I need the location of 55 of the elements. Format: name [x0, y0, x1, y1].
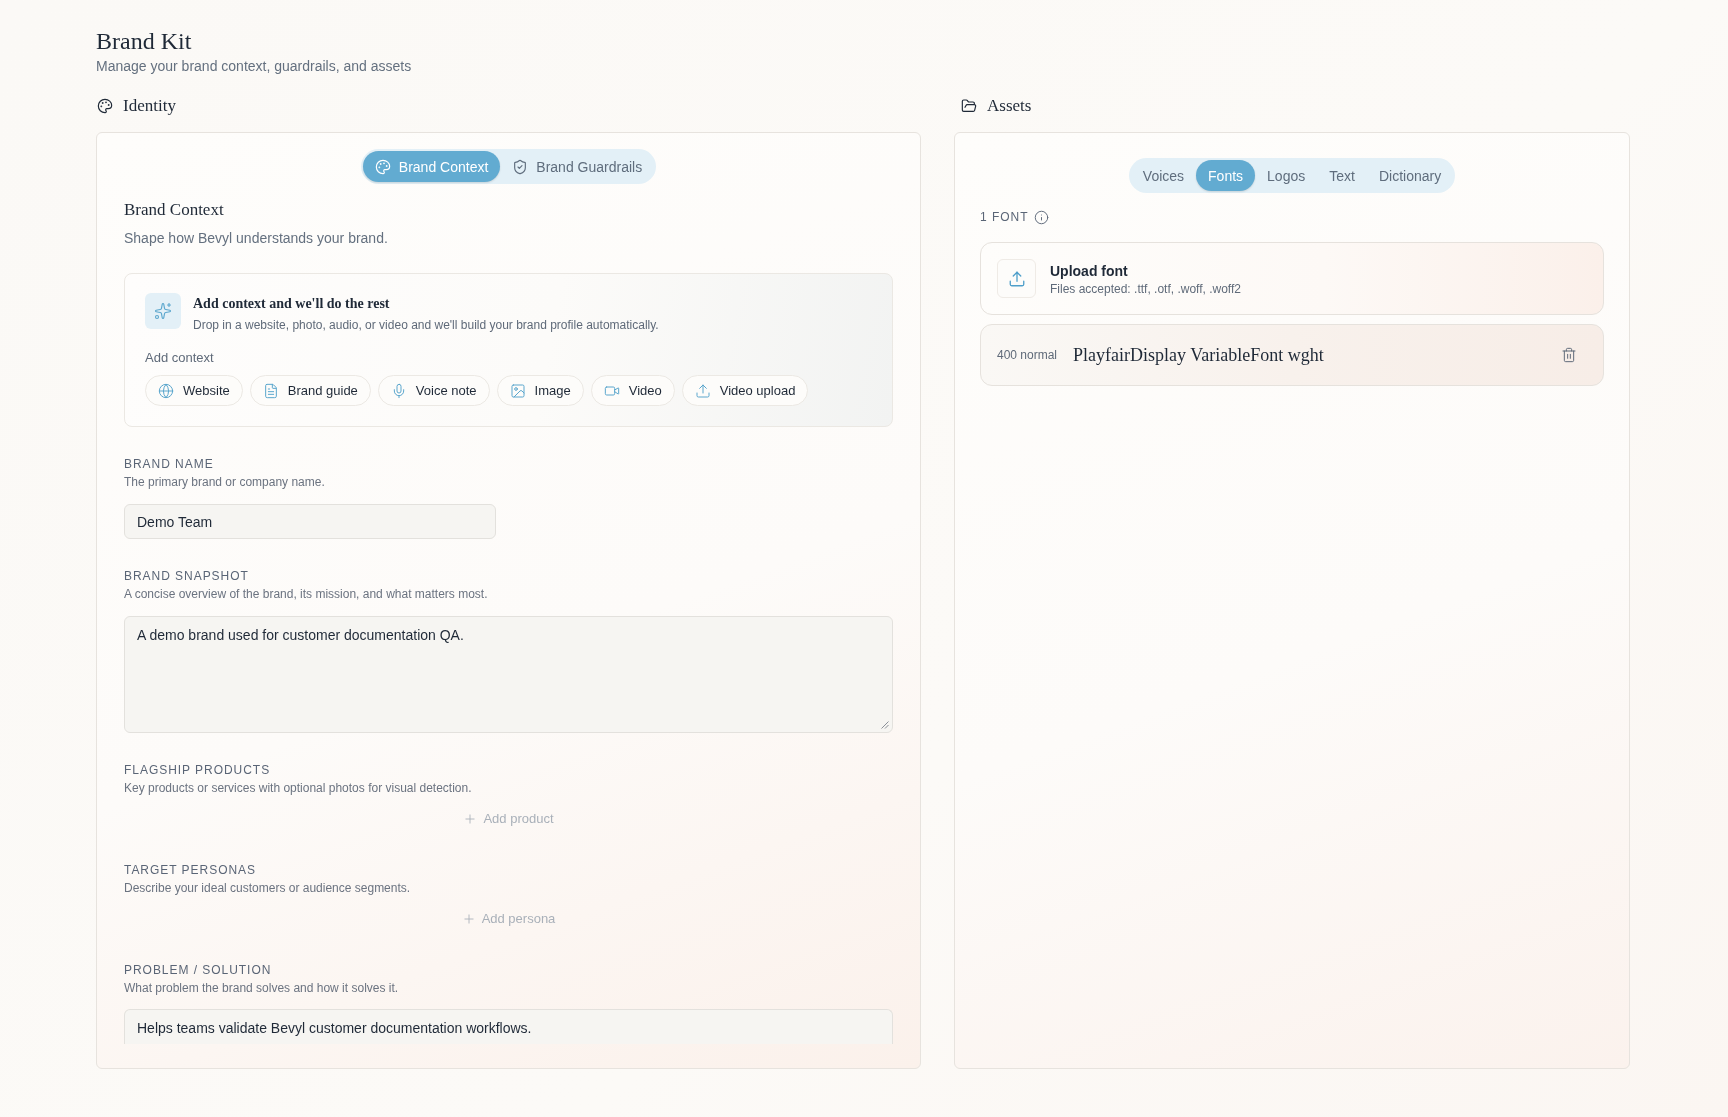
field-description: What problem the brand solves and how it solves it. — [124, 980, 399, 996]
field-label: FLAGSHIP PRODUCTS — [124, 762, 271, 778]
upload-icon — [694, 382, 711, 399]
context-chip[interactable]: Voice note — [377, 375, 490, 406]
field-label: PROBLEM / SOLUTION — [124, 962, 272, 978]
tab[interactable]: Logos — [1255, 160, 1318, 191]
font-name: PlayfairDisplay VariableFont wght — [1073, 343, 1324, 367]
section-heading: Identity — [123, 95, 176, 117]
page-subtitle: Manage your brand context, guardrails, and assets — [96, 57, 412, 76]
font-style: 400 normal — [997, 347, 1058, 363]
context-chip[interactable]: Brand guide — [249, 375, 371, 406]
field-label: BRAND SNAPSHOT — [124, 568, 249, 584]
section-heading: Assets — [987, 95, 1032, 117]
resize-handle-icon[interactable] — [881, 721, 889, 729]
delete-button[interactable] — [1561, 347, 1577, 363]
tab[interactable]: Brand Guardrails — [500, 151, 655, 182]
upload-icon — [997, 259, 1036, 298]
context-card-title: Add context and we'll do the rest — [193, 295, 390, 313]
globe-icon — [158, 382, 174, 399]
document-icon — [262, 382, 279, 399]
field-description: A concise overview of the brand, its mission, and what matters most. — [124, 586, 488, 602]
context-card-description: Drop in a website, photo, audio, or video and we'll build your brand profile automatically. — [193, 317, 659, 333]
palette-icon — [374, 158, 391, 175]
context-chip[interactable]: Website — [145, 375, 243, 406]
sparkles-icon — [145, 293, 181, 329]
upload-description: Files accepted: .ttf, .otf, .woff, .woff2 — [1050, 280, 1241, 297]
context-chip[interactable]: Image — [496, 375, 584, 406]
folder-icon — [961, 98, 977, 114]
text-area[interactable]: Helps teams validate Bevyl customer documentation workflows. — [124, 1009, 893, 1044]
upload-title: Upload font — [1050, 261, 1128, 281]
font-count: 1 FONT — [980, 209, 1029, 225]
text-area[interactable]: A demo brand used for customer documentation QA. — [124, 616, 893, 733]
shield-check-icon — [512, 158, 529, 175]
page-title: Brand Kit — [96, 27, 192, 56]
field-description: Key products or services with optional photos for visual detection. — [124, 780, 472, 796]
info-icon[interactable] — [1034, 209, 1050, 225]
field-description: Describe your ideal customers or audience segments. — [124, 880, 411, 896]
tab[interactable]: Text — [1317, 160, 1367, 191]
plus-icon — [463, 812, 478, 826]
image-icon — [509, 382, 526, 399]
upload-card[interactable]: Upload font Files accepted: .ttf, .otf, .woff, .woff2 — [980, 242, 1604, 315]
panel-heading: Brand Context — [124, 199, 224, 221]
text-input[interactable]: Demo Team — [124, 504, 496, 539]
plus-icon — [461, 912, 476, 926]
add-context-label: Add context — [145, 349, 214, 367]
field-description: The primary brand or company name. — [124, 474, 325, 490]
trash-icon — [1561, 347, 1577, 363]
tab[interactable]: Voices — [1130, 160, 1197, 191]
field-label: TARGET PERSONAS — [124, 862, 256, 878]
tab[interactable]: Dictionary — [1366, 160, 1454, 191]
palette-icon — [97, 98, 113, 114]
field-label: BRAND NAME — [124, 456, 214, 472]
context-chip[interactable]: Video — [590, 375, 675, 406]
panel-subtitle: Shape how Bevyl understands your brand. — [124, 229, 388, 248]
context-chip[interactable]: Video upload — [681, 375, 809, 406]
